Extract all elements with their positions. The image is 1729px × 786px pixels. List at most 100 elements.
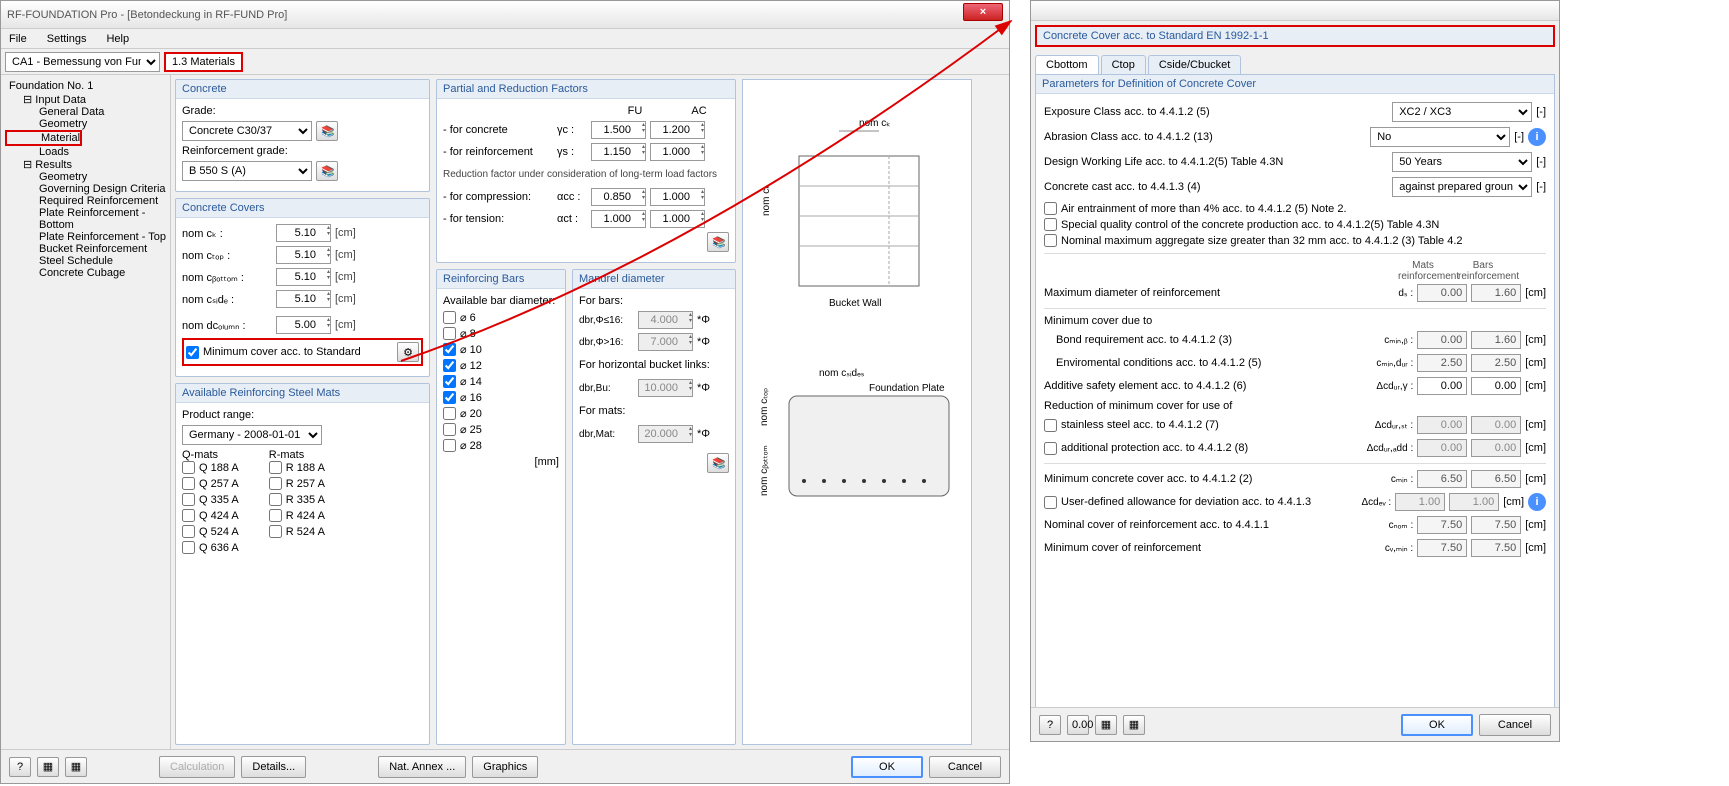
reinf-grade-dropdown[interactable]: B 550 S (A) xyxy=(182,161,312,181)
ok-button[interactable]: OK xyxy=(851,756,923,778)
d10-check[interactable] xyxy=(443,343,456,356)
dialog-cancel-button[interactable]: Cancel xyxy=(1479,714,1551,736)
tab-cside[interactable]: Cside/Cbucket xyxy=(1148,55,1242,74)
userdev-check[interactable] xyxy=(1044,496,1057,509)
help-button[interactable]: ? xyxy=(9,757,31,777)
factors-lib-button[interactable]: 📚 xyxy=(707,232,729,252)
protection-check[interactable] xyxy=(1044,442,1057,455)
d12-check[interactable] xyxy=(443,359,456,372)
close-icon[interactable]: × xyxy=(963,3,1003,21)
acc-fu-input[interactable] xyxy=(591,188,646,206)
calculation-button[interactable]: Calculation xyxy=(159,756,235,778)
d16-check[interactable] xyxy=(443,391,456,404)
cast-dropdown[interactable]: against prepared ground xyxy=(1392,177,1532,197)
q188-check[interactable] xyxy=(182,461,195,474)
life-dropdown[interactable]: 50 Years xyxy=(1392,152,1532,172)
act-ac-input[interactable] xyxy=(650,210,705,228)
tab-ctop[interactable]: Ctop xyxy=(1101,55,1146,74)
info-icon-2[interactable]: i xyxy=(1528,493,1546,511)
gs-fu-input[interactable] xyxy=(591,143,646,161)
acc-ac-input[interactable] xyxy=(650,188,705,206)
tree-root[interactable]: Foundation No. 1 xyxy=(5,79,166,93)
r424-check[interactable] xyxy=(269,509,282,522)
tree-results[interactable]: ⊟ Results xyxy=(5,158,166,171)
exposure-dropdown[interactable]: XC2 / XC3 xyxy=(1392,102,1532,122)
tool2-button[interactable]: ▦ xyxy=(65,757,87,777)
r335-check[interactable] xyxy=(269,493,282,506)
mandrel-lib-button[interactable]: 📚 xyxy=(707,453,729,473)
menu-file[interactable]: File xyxy=(5,31,31,47)
graphics-button[interactable]: Graphics xyxy=(472,756,538,778)
additive-bars[interactable] xyxy=(1471,377,1521,395)
nom-ctop-input[interactable] xyxy=(276,246,331,264)
nom-cbottom-input[interactable] xyxy=(276,268,331,286)
nom-ck-input[interactable] xyxy=(276,224,331,242)
q335-check[interactable] xyxy=(182,493,195,506)
d14-check[interactable] xyxy=(443,375,456,388)
stainless-check[interactable] xyxy=(1044,419,1057,432)
d8-check[interactable] xyxy=(443,327,456,340)
tree-r-bucket[interactable]: Bucket Reinforcement xyxy=(5,243,166,255)
min-cover-settings-button[interactable]: ⚙ xyxy=(397,342,419,362)
dialog-help-button[interactable]: ? xyxy=(1039,715,1061,735)
nom-cside-input[interactable] xyxy=(276,290,331,308)
tree-r-steel[interactable]: Steel Schedule xyxy=(5,255,166,267)
concrete-grade-dropdown[interactable]: Concrete C30/37 xyxy=(182,121,312,141)
act-fu-input[interactable] xyxy=(591,210,646,228)
stainless-label: stainless steel acc. to 4.4.1.2 (7) xyxy=(1061,419,1355,431)
d20-check[interactable] xyxy=(443,407,456,420)
details-button[interactable]: Details... xyxy=(241,756,306,778)
tree-r-cubage[interactable]: Concrete Cubage xyxy=(5,267,166,279)
air-check[interactable] xyxy=(1044,202,1057,215)
range-dropdown[interactable]: Germany - 2008-01-01 xyxy=(182,425,322,445)
dialog-tool1[interactable]: 0.00 xyxy=(1067,715,1089,735)
dialog-tool3[interactable]: ▦ xyxy=(1123,715,1145,735)
d28-check[interactable] xyxy=(443,439,456,452)
tree-material[interactable]: Material xyxy=(5,130,82,146)
nat-annex-button[interactable]: Nat. Annex ... xyxy=(378,756,466,778)
nom-dcol-input[interactable] xyxy=(276,316,331,334)
stainless-bars xyxy=(1471,416,1521,434)
tree-r-geometry[interactable]: Geometry xyxy=(5,171,166,183)
d25-check[interactable] xyxy=(443,423,456,436)
dialog-tool2[interactable]: ▦ xyxy=(1095,715,1117,735)
tree-geometry[interactable]: Geometry xyxy=(5,118,166,130)
quality-check[interactable] xyxy=(1044,218,1057,231)
aggregate-check[interactable] xyxy=(1044,234,1057,247)
menu-settings[interactable]: Settings xyxy=(43,31,91,47)
tree-r-req[interactable]: Required Reinforcement xyxy=(5,195,166,207)
tree-r-gov[interactable]: Governing Design Criteria xyxy=(5,183,166,195)
d6-check[interactable] xyxy=(443,311,456,324)
tree-general[interactable]: General Data xyxy=(5,106,166,118)
dialog-footer: ? 0.00 ▦ ▦ OK Cancel xyxy=(1031,707,1559,741)
cancel-button[interactable]: Cancel xyxy=(929,756,1001,778)
r524-check[interactable] xyxy=(269,525,282,538)
tab-materials[interactable]: 1.3 Materials xyxy=(164,52,243,72)
r257-check[interactable] xyxy=(269,477,282,490)
svg-text:nom cₖ: nom cₖ xyxy=(859,118,891,129)
q636-check[interactable] xyxy=(182,541,195,554)
case-dropdown[interactable]: CA1 - Bemessung von Fundame xyxy=(5,52,160,72)
tree-loads[interactable]: Loads xyxy=(5,146,166,158)
q524-check[interactable] xyxy=(182,525,195,538)
info-icon[interactable]: i xyxy=(1528,128,1546,146)
menu-help[interactable]: Help xyxy=(102,31,133,47)
tree-r-plate-bot[interactable]: Plate Reinforcement - Bottom xyxy=(5,207,166,231)
reinf-lib-button[interactable]: 📚 xyxy=(316,161,338,181)
gc-ac-input[interactable] xyxy=(650,121,705,139)
tool1-button[interactable]: ▦ xyxy=(37,757,59,777)
gc-fu-input[interactable] xyxy=(591,121,646,139)
q424-check[interactable] xyxy=(182,509,195,522)
dialog-ok-button[interactable]: OK xyxy=(1401,714,1473,736)
concrete-lib-button[interactable]: 📚 xyxy=(316,121,338,141)
q257-check[interactable] xyxy=(182,477,195,490)
tree-r-plate-top[interactable]: Plate Reinforcement - Top xyxy=(5,231,166,243)
tab-cbottom[interactable]: Cbottom xyxy=(1035,55,1099,74)
abrasion-dropdown[interactable]: No xyxy=(1370,127,1510,147)
for-concrete-label: - for concrete xyxy=(443,124,553,136)
tree-input-data[interactable]: ⊟ Input Data xyxy=(5,93,166,106)
min-cover-checkbox[interactable] xyxy=(186,346,199,359)
r188-check[interactable] xyxy=(269,461,282,474)
gs-ac-input[interactable] xyxy=(650,143,705,161)
additive-mats[interactable] xyxy=(1417,377,1467,395)
